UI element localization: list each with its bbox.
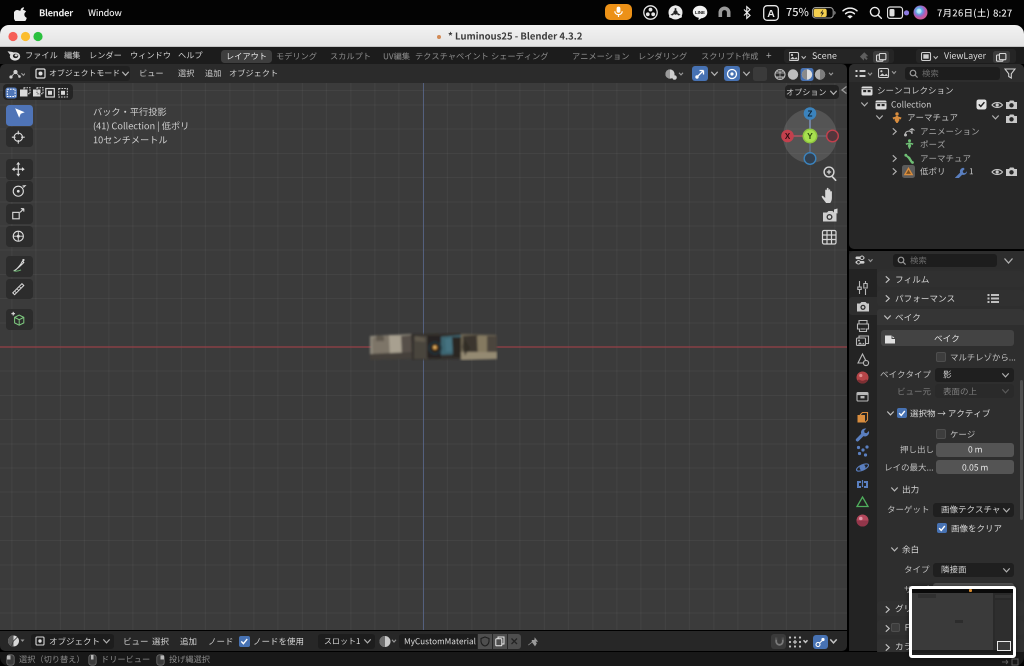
svg-text:A: A bbox=[767, 8, 775, 20]
svg-text:Z: Z bbox=[808, 109, 813, 118]
svg-text:X: X bbox=[785, 132, 791, 141]
svg-text:LINE: LINE bbox=[695, 10, 705, 15]
svg-text:Y: Y bbox=[807, 131, 813, 141]
